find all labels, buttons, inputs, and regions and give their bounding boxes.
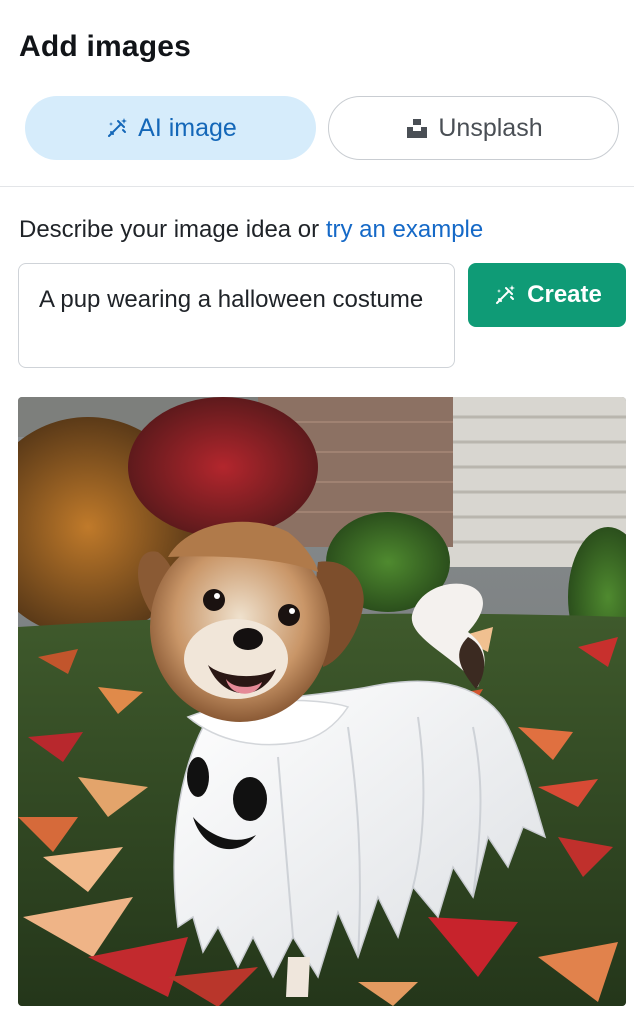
prompt-instruction-text: Describe your image idea or (19, 216, 326, 243)
image-prompt-input[interactable]: A pup wearing a halloween costume (18, 263, 455, 368)
tab-unsplash-label: Unsplash (438, 113, 543, 142)
generated-image[interactable] (18, 397, 626, 1006)
tab-unsplash[interactable]: Unsplash (328, 96, 619, 160)
unsplash-icon (404, 115, 430, 141)
panel-title: Add images (19, 30, 192, 63)
try-example-link[interactable]: try an example (326, 216, 483, 243)
tab-ai-image-label: AI image (138, 113, 237, 142)
section-divider (0, 186, 634, 187)
create-button-label: Create (527, 281, 602, 308)
prompt-instruction: Describe your image idea or try an examp… (19, 216, 483, 244)
magic-wand-icon (492, 282, 518, 308)
magic-wand-icon (104, 115, 130, 141)
tab-ai-image[interactable]: AI image (25, 96, 316, 160)
create-button[interactable]: Create (468, 263, 626, 327)
puppy-ghost-illustration (18, 397, 626, 1006)
image-source-tabs: AI image Unsplash (25, 96, 619, 160)
add-images-panel: Add images AI image Unsplash Describe yo… (0, 0, 634, 1026)
